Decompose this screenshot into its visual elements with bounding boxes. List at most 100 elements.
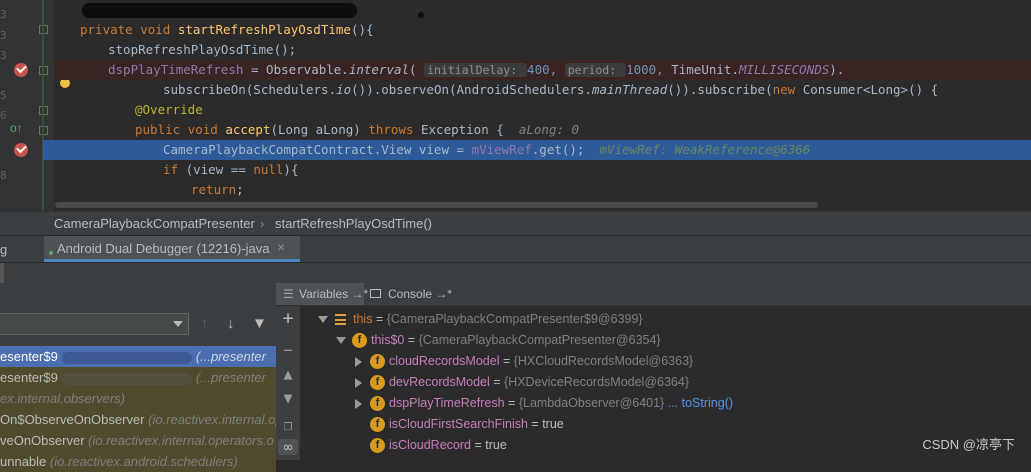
redacted-dot — [418, 12, 424, 18]
debug-label-fragment: g — [0, 242, 8, 257]
code-token: = Observable. — [243, 62, 349, 77]
tab-console[interactable]: Console →* — [368, 283, 458, 305]
breakpoint-icon[interactable] — [14, 143, 28, 157]
thread-select[interactable] — [0, 313, 189, 335]
variable-value: {LambdaObserver@6401} — [518, 396, 665, 410]
variable-name: devRecordsModel — [389, 375, 490, 389]
chevron-down-icon[interactable] — [318, 316, 328, 323]
variable-row[interactable]: f devRecordsModel = {HXDeviceRecordsModel… — [300, 372, 1031, 393]
variable-value: true — [542, 417, 564, 431]
watches-icon[interactable]: ∞ — [278, 439, 298, 455]
stack-frame[interactable]: esenter$9 (...presenter — [0, 346, 276, 367]
code-token: stopRefreshPlayOsdTime(); — [108, 42, 297, 57]
move-down-icon[interactable]: ▼ — [280, 390, 296, 406]
to-string-link[interactable]: ... toString() — [664, 396, 733, 410]
field-icon: f — [370, 417, 385, 432]
variable-row[interactable]: f isCloudRecord = true — [300, 435, 1031, 456]
code-editor[interactable]: 3 3 3 5 6 8 o↑ private void startRefresh… — [0, 0, 1031, 211]
variable-row[interactable]: this = {CameraPlaybackCompatPresenter$9@… — [300, 309, 1031, 330]
breadcrumb-class[interactable]: CameraPlaybackCompatPresenter — [54, 216, 255, 231]
variable-value: {CameraPlaybackCompatPresenter@6354} — [418, 333, 661, 347]
code-line[interactable]: if (view == null){ — [0, 160, 1031, 180]
horizontal-scrollbar[interactable] — [55, 202, 818, 208]
frame-name: On$ObserveOnObserver — [0, 412, 149, 427]
variable-row[interactable]: f isCloudFirstSearchFinish = true — [300, 414, 1031, 435]
variable-value: {HXCloudRecordsModel@6363} — [513, 354, 694, 368]
tab-console-label: Console →* — [388, 287, 453, 301]
move-up-icon[interactable]: ▲ — [280, 366, 296, 382]
code-token: aLong: 0 — [518, 122, 580, 137]
arrow-up-icon[interactable]: ↑ — [201, 316, 209, 332]
equals-sign: = — [404, 333, 419, 347]
code-token: new — [772, 82, 803, 97]
code-token: MILLISECONDS — [738, 62, 830, 77]
code-token: ()).observeOn(AndroidSchedulers. — [351, 82, 592, 97]
chevron-right-icon[interactable] — [355, 399, 362, 409]
code-token: ). — [829, 62, 845, 77]
breakpoint-icon[interactable] — [14, 63, 28, 77]
variable-value: {CameraPlaybackCompatPresenter$9@6399} — [386, 312, 643, 326]
code-token: return — [191, 182, 237, 197]
code-token: ( — [409, 62, 425, 77]
code-token: mViewRef — [471, 142, 532, 157]
equals-sign: = — [499, 354, 514, 368]
arrow-down-icon[interactable]: ↓ — [227, 316, 235, 332]
code-line[interactable]: private void startRefreshPlayOsdTime(){ — [0, 20, 1031, 40]
equals-sign: = — [504, 396, 519, 410]
code-token: Exception { — [421, 122, 519, 137]
variable-value: {HXDeviceRecordsModel@6364} — [504, 375, 690, 389]
current-execution-line[interactable]: CameraPlaybackCompatContract.View view =… — [43, 140, 1031, 160]
chevron-down-icon[interactable] — [336, 337, 346, 344]
frame-package: (...presenter — [195, 349, 266, 364]
stack-frame[interactable]: ex.internal.observers) — [0, 388, 276, 409]
code-line[interactable]: return; — [0, 180, 1031, 200]
code-token: CameraPlaybackCompatContract.View view = — [163, 142, 472, 157]
field-icon: f — [370, 438, 385, 453]
code-token: private void — [80, 22, 178, 37]
breadcrumb-method[interactable]: startRefreshPlayOsdTime() — [275, 216, 432, 231]
variable-name: isCloudFirstSearchFinish — [389, 417, 528, 431]
variable-name: cloudRecordsModel — [389, 354, 500, 368]
equals-sign: = — [489, 375, 504, 389]
code-line[interactable]: @Override — [0, 100, 1031, 120]
object-icon — [335, 314, 346, 325]
field-icon: f — [370, 354, 385, 369]
tab-android-dual-debugger[interactable]: Android Dual Debugger (12216)-java × — [44, 236, 300, 262]
code-token: interval — [348, 62, 410, 77]
variable-row[interactable]: f dspPlayTimeRefresh = {LambdaObserver@64… — [300, 393, 1031, 414]
redacted-text — [61, 351, 192, 364]
chevron-right-icon[interactable] — [355, 357, 362, 367]
code-line[interactable]: public void accept(Long aLong) throws Ex… — [0, 120, 1031, 140]
code-line[interactable]: stopRefreshPlayOsdTime(); — [0, 40, 1031, 60]
chevron-right-icon[interactable] — [355, 378, 362, 388]
code-token: startRefreshPlayOsdTime — [177, 22, 351, 37]
code-token: io — [336, 82, 352, 97]
add-icon[interactable]: + — [280, 310, 296, 328]
stack-frame[interactable]: esenter$9 (...presenter — [0, 367, 276, 388]
stack-frame[interactable]: unnable (io.reactivex.android.schedulers… — [0, 451, 276, 472]
code-token: null — [253, 162, 284, 177]
code-line[interactable]: subscribeOn(Schedulers.io()).observeOn(A… — [0, 80, 1031, 100]
copy-icon[interactable]: ❐ — [280, 417, 296, 433]
code-token: 1000, — [626, 62, 672, 77]
field-icon: f — [370, 375, 385, 390]
breakpoint-line[interactable]: dspPlayTimeRefresh = Observable.interval… — [55, 60, 1031, 80]
tab-variables[interactable]: ☰ Variables →* — [276, 283, 368, 305]
frame-package: (...presenter — [195, 370, 266, 385]
remove-icon[interactable]: − — [280, 342, 296, 358]
code-token: throws — [368, 122, 421, 137]
breadcrumb-separator: › — [260, 216, 265, 231]
code-token: 400, — [527, 62, 565, 77]
close-icon[interactable]: × — [277, 239, 285, 255]
watermark: CSDN @凉亭下 — [922, 437, 1015, 452]
variable-row[interactable]: f cloudRecordsModel = {HXCloudRecordsMode… — [300, 351, 1031, 372]
variable-row[interactable]: f this$0 = {CameraPlaybackCompatPresenter… — [300, 330, 1031, 351]
stack-frame[interactable]: veOnObserver (io.reactivex.internal.oper… — [0, 430, 276, 451]
variable-name: this$0 — [371, 333, 405, 347]
equals-sign: = — [470, 438, 486, 452]
code-token: accept — [225, 122, 271, 137]
filter-icon[interactable]: ▼ — [252, 316, 267, 332]
frames-panel: ↑ ↓ ▼ esenter$9 (...presenter esenter$9 (..… — [0, 283, 276, 472]
stack-frame[interactable]: On$ObserveOnObserver (io.reactivex.inter… — [0, 409, 276, 430]
code-token: Consumer<Long>() { — [802, 82, 939, 97]
